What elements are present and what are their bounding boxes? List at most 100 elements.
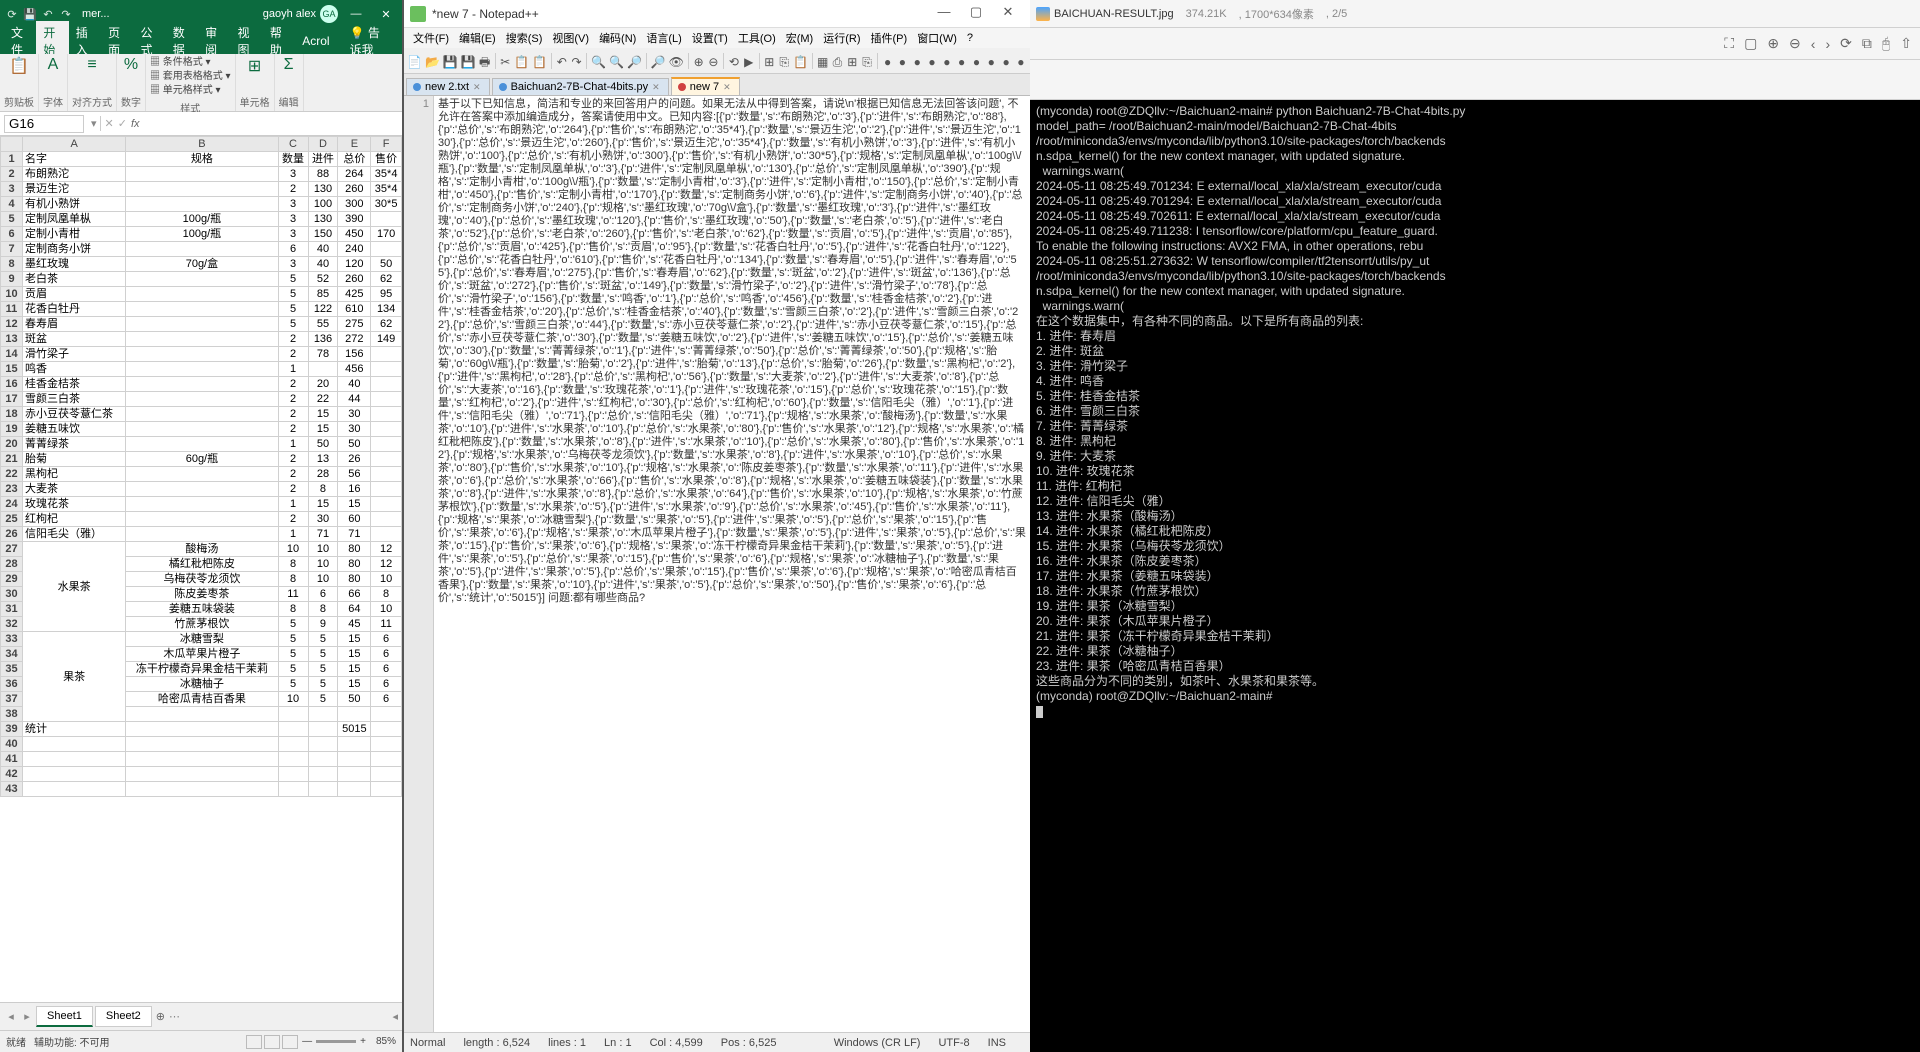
- table-row[interactable]: 43: [1, 782, 402, 797]
- table-row[interactable]: 10贡眉58542595: [1, 287, 402, 302]
- toolbar-icon[interactable]: ⎘: [860, 52, 874, 70]
- row-header[interactable]: 38: [1, 707, 23, 722]
- npp-menu-item[interactable]: ?: [962, 32, 978, 44]
- code-area[interactable]: 基于以下已知信息，简洁和专业的来回答用户的问题。如果无法从中得到答案，请说\n'…: [434, 96, 1030, 1032]
- npp-tab[interactable]: new 7✕: [671, 77, 740, 95]
- toolbar-icon[interactable]: 📄: [406, 52, 423, 70]
- table-row[interactable]: 26信阳毛尖（雅）17171: [1, 527, 402, 542]
- row-header[interactable]: 39: [1, 722, 23, 737]
- row-header[interactable]: 20: [1, 437, 23, 452]
- merged-cell[interactable]: 果茶: [23, 632, 126, 722]
- tab-close-icon[interactable]: ✕: [473, 82, 481, 93]
- row-header[interactable]: 16: [1, 377, 23, 392]
- sheet-nav-first-icon[interactable]: ◂: [4, 1010, 18, 1023]
- row-header[interactable]: 41: [1, 752, 23, 767]
- toolbar-icon[interactable]: ▶: [742, 52, 756, 70]
- table-row[interactable]: 18赤小豆茯苓薏仁茶21530: [1, 407, 402, 422]
- table-row[interactable]: 33果茶冰糖雪梨55156: [1, 632, 402, 647]
- npp-menu-item[interactable]: 工具(O): [733, 30, 781, 46]
- table-row[interactable]: 5定制凤凰单枞100g/瓶3130390: [1, 212, 402, 227]
- row-header[interactable]: 28: [1, 557, 23, 572]
- row-header[interactable]: 23: [1, 482, 23, 497]
- table-row[interactable]: 4有机小熟饼310030030*5: [1, 197, 402, 212]
- row-header[interactable]: 5: [1, 212, 23, 227]
- toolbar-icon[interactable]: 💾: [460, 52, 477, 70]
- row-header[interactable]: 19: [1, 422, 23, 437]
- merged-cell[interactable]: 水果茶: [23, 542, 126, 632]
- table-row[interactable]: 11花香白牡丹5122610134: [1, 302, 402, 317]
- col-E[interactable]: E: [338, 137, 371, 152]
- toolbar-icon[interactable]: ⎘: [777, 52, 791, 70]
- npp-menu-item[interactable]: 编码(N): [594, 30, 641, 46]
- table-row[interactable]: 20菁菁绿茶15050: [1, 437, 402, 452]
- row-header[interactable]: 2: [1, 167, 23, 182]
- share-icon[interactable]: ⇧: [1900, 35, 1912, 52]
- terminal-output[interactable]: (myconda) root@ZDQllv:~/Baichuan2-main# …: [1030, 100, 1920, 1052]
- npp-menu-item[interactable]: 插件(P): [866, 30, 913, 46]
- toolbar-icon[interactable]: 💾: [442, 52, 459, 70]
- zoom-in-icon[interactable]: ⊕: [1767, 35, 1779, 52]
- row-header[interactable]: 32: [1, 617, 23, 632]
- view-break-icon[interactable]: [282, 1035, 298, 1049]
- npp-menu-item[interactable]: 文件(F): [408, 30, 454, 46]
- row-header[interactable]: 37: [1, 692, 23, 707]
- npp-menu-item[interactable]: 窗口(W): [912, 30, 962, 46]
- sheet-menu-icon[interactable]: ⋯: [169, 1010, 180, 1023]
- table-row[interactable]: 13斑盆2136272149: [1, 332, 402, 347]
- table-row[interactable]: 25红枸杞23060: [1, 512, 402, 527]
- toolbar-icon[interactable]: ●: [940, 52, 954, 70]
- toolbar-icon[interactable]: 📋: [531, 52, 548, 70]
- table-row[interactable]: 17雪颜三白茶22244: [1, 392, 402, 407]
- npp-tab[interactable]: Baichuan2-7B-Chat-4bits.py✕: [492, 78, 669, 95]
- row-header[interactable]: 24: [1, 497, 23, 512]
- table-row[interactable]: 21胎菊60g/瓶21326: [1, 452, 402, 467]
- redo-icon[interactable]: ↷: [58, 6, 74, 22]
- row-header[interactable]: 4: [1, 197, 23, 212]
- table-row[interactable]: 12春寿眉55527562: [1, 317, 402, 332]
- table-row[interactable]: 15鸣香1456: [1, 362, 402, 377]
- toolbar-icon[interactable]: ●: [910, 52, 924, 70]
- npp-menu-item[interactable]: 语言(L): [641, 30, 686, 46]
- row-header[interactable]: 29: [1, 572, 23, 587]
- row-header[interactable]: 6: [1, 227, 23, 242]
- toolbar-icon[interactable]: ⊖: [707, 52, 721, 70]
- npp-menu-item[interactable]: 设置(T): [687, 30, 733, 46]
- npp-minimize-icon[interactable]: —: [928, 4, 960, 24]
- name-box-dropdown-icon[interactable]: ▾: [88, 117, 100, 130]
- table-row[interactable]: 14滑竹梁子278156: [1, 347, 402, 362]
- row-header[interactable]: 7: [1, 242, 23, 257]
- npp-tab[interactable]: new 2.txt✕: [406, 78, 490, 95]
- table-row[interactable]: 40: [1, 737, 402, 752]
- rotate-icon[interactable]: ⟳: [1840, 35, 1852, 52]
- ribbon-编辑[interactable]: Σ编辑: [275, 54, 304, 111]
- zoom-out-icon[interactable]: ⊖: [1789, 35, 1801, 52]
- toolbar-icon[interactable]: ●: [999, 52, 1013, 70]
- row-header[interactable]: 34: [1, 647, 23, 662]
- table-row[interactable]: 27水果茶酸梅汤10108012: [1, 542, 402, 557]
- row-header[interactable]: 1: [1, 152, 23, 167]
- fullscreen-icon[interactable]: ⛶: [1724, 35, 1734, 52]
- toolbar-icon[interactable]: ●: [881, 52, 895, 70]
- row-header[interactable]: 8: [1, 257, 23, 272]
- toolbar-icon[interactable]: ↶: [555, 52, 569, 70]
- toolbar-icon[interactable]: ●: [925, 52, 939, 70]
- toolbar-icon[interactable]: 👁: [668, 52, 685, 70]
- npp-editor[interactable]: 1 基于以下已知信息，简洁和专业的来回答用户的问题。如果无法从中得到答案，请说\…: [404, 96, 1030, 1032]
- accept-fx-icon[interactable]: ✓: [118, 117, 127, 130]
- row-header[interactable]: 25: [1, 512, 23, 527]
- ribbon-数字[interactable]: %数字: [117, 54, 146, 111]
- toolbar-icon[interactable]: 📋: [513, 52, 530, 70]
- col-D[interactable]: D: [308, 137, 338, 152]
- toolbar-icon[interactable]: ●: [1014, 52, 1028, 70]
- table-row[interactable]: 23大麦茶2816: [1, 482, 402, 497]
- autosave-icon[interactable]: ⟳: [4, 6, 20, 22]
- ribbon-单元格[interactable]: ⊞单元格: [236, 54, 275, 111]
- toolbar-icon[interactable]: ↷: [570, 52, 584, 70]
- ribbon-对齐方式[interactable]: ≡对齐方式: [68, 54, 117, 111]
- table-row[interactable]: 22黑枸杞22856: [1, 467, 402, 482]
- ribbon-字体[interactable]: A字体: [39, 54, 68, 111]
- row-header[interactable]: 42: [1, 767, 23, 782]
- fit-icon[interactable]: ▢: [1744, 35, 1757, 52]
- table-row[interactable]: 2布朗熟沱38826435*4: [1, 167, 402, 182]
- row-header[interactable]: 36: [1, 677, 23, 692]
